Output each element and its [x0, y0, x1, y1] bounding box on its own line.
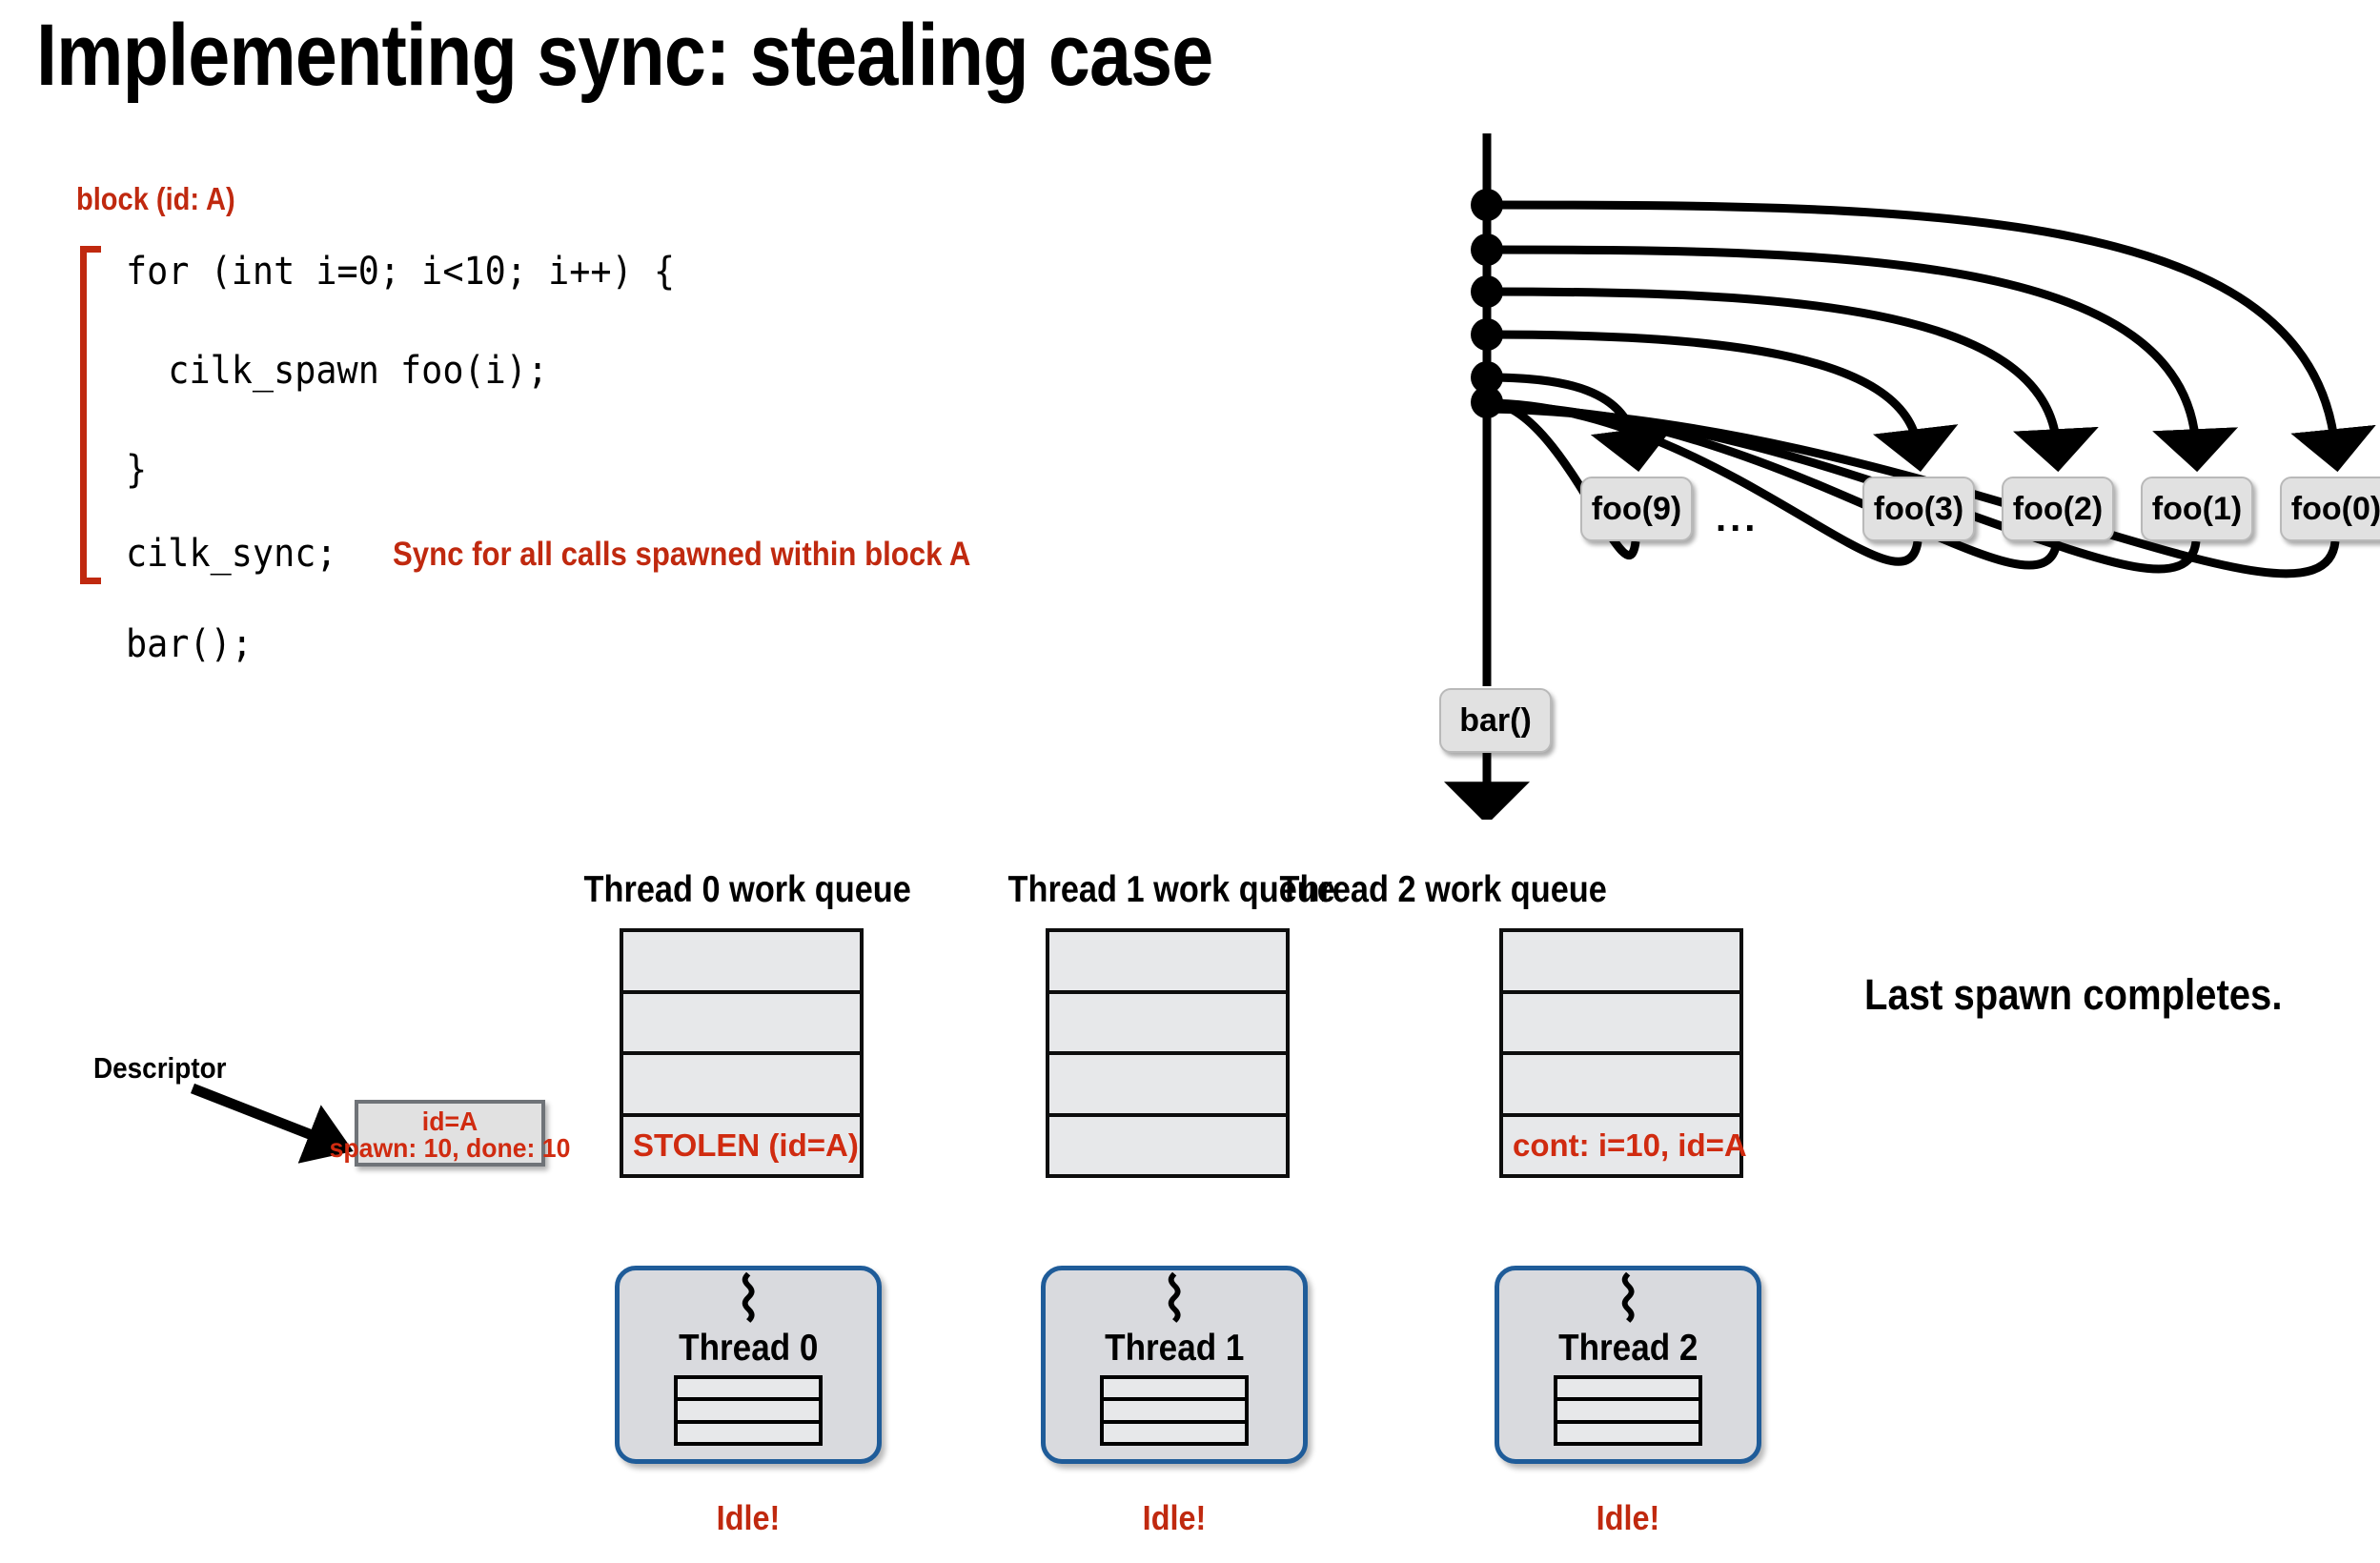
spawn-node-foo0: foo(0)	[2280, 477, 2380, 541]
spawn-node-label: foo(0)	[2290, 490, 2380, 527]
queue-slot[interactable]	[1503, 932, 1739, 994]
steam-squiggle-icon: ⌇	[1611, 1263, 1645, 1336]
thread-box-thread0[interactable]: ⌇ Thread 0	[615, 1266, 882, 1464]
descriptor-id-text: id=A	[421, 1106, 478, 1136]
queue-slot[interactable]	[1049, 932, 1286, 994]
thread-register-row	[1557, 1424, 1699, 1442]
thread-status-thread2: Idle!	[1596, 1498, 1660, 1537]
spawn-tree-diagram: foo(9) ... foo(3) foo(2) foo(1) foo(0) b…	[1401, 133, 2380, 825]
queue-slot[interactable]	[623, 1055, 860, 1117]
thread-status-thread1: Idle!	[1142, 1498, 1207, 1537]
block-id-label: block (id: A)	[76, 181, 235, 216]
thread-box-thread1[interactable]: ⌇ Thread 1	[1041, 1266, 1308, 1464]
thread-register-row	[1557, 1379, 1699, 1402]
block-descriptor-box: id=A spawn: 10, done: 10	[330, 1100, 570, 1167]
thread-status-thread0: Idle!	[716, 1498, 781, 1537]
spawn-node-label: foo(2)	[2012, 490, 2104, 527]
queue-slot[interactable]	[1503, 994, 1739, 1055]
thread-label: Thread 2	[1557, 1328, 1699, 1369]
continuation-node-bar: bar()	[1439, 688, 1552, 753]
thread-register-row	[678, 1379, 819, 1402]
spawn-node-label: foo(1)	[2151, 490, 2243, 527]
code-line-bar-call: bar();	[126, 622, 253, 666]
slide-caption: Last spawn completes.	[1864, 970, 2283, 1019]
code-line-cilk-spawn: cilk_spawn foo(i);	[126, 349, 549, 393]
thread-label: Thread 0	[678, 1328, 819, 1369]
work-queue-thread1	[1046, 928, 1290, 1178]
queue-slot[interactable]	[1503, 1055, 1739, 1117]
queue-slot[interactable]	[1049, 1055, 1286, 1117]
spawn-node-foo3: foo(3)	[1862, 477, 1975, 541]
thread-register-row	[678, 1401, 819, 1424]
queue-slot[interactable]	[623, 994, 860, 1055]
thread-register-row	[1104, 1424, 1245, 1442]
queue-slot-stolen[interactable]: STOLEN (id=A)	[623, 1117, 860, 1175]
work-queue-thread0: STOLEN (id=A)	[620, 928, 864, 1178]
continuation-node-label: bar()	[1459, 701, 1532, 739]
thread-register-table	[1100, 1375, 1249, 1446]
block-bracket	[80, 246, 101, 584]
thread-register-row	[1104, 1379, 1245, 1402]
steam-squiggle-icon: ⌇	[1157, 1263, 1191, 1336]
queue-slot[interactable]	[623, 932, 860, 994]
work-queue-thread2: cont: i=10, id=A	[1499, 928, 1747, 1178]
ellipsis-icon: ...	[1716, 497, 1760, 539]
sync-annotation: Sync for all calls spawned within block …	[393, 536, 971, 573]
thread-register-table	[674, 1375, 823, 1446]
steam-squiggle-icon: ⌇	[731, 1263, 765, 1336]
page-title: Implementing sync: stealing case	[36, 7, 1213, 104]
spawn-node-foo1: foo(1)	[2141, 477, 2253, 541]
thread-box-thread2[interactable]: ⌇ Thread 2	[1495, 1266, 1761, 1464]
queue-header-thread2: Thread 2 work queue	[1279, 869, 1607, 910]
thread-register-row	[1104, 1401, 1245, 1424]
code-line-close-brace: }	[126, 448, 148, 492]
queue-slot[interactable]	[1049, 994, 1286, 1055]
code-line-cilk-sync: cilk_sync;	[126, 532, 337, 576]
thread-label: Thread 1	[1104, 1328, 1245, 1369]
thread-register-row	[1557, 1401, 1699, 1424]
thread-register-row	[678, 1424, 819, 1442]
code-line-for: for (int i=0; i<10; i++) {	[126, 250, 676, 294]
spawn-node-foo9: foo(9)	[1580, 477, 1693, 541]
queue-slot[interactable]	[1049, 1117, 1286, 1175]
spawn-node-foo2: foo(2)	[2002, 477, 2114, 541]
spawn-node-label: foo(3)	[1873, 490, 1964, 527]
queue-header-thread1: Thread 1 work queue	[1007, 869, 1335, 910]
queue-slot-continuation[interactable]: cont: i=10, id=A	[1503, 1117, 1747, 1175]
descriptor-counts-text: spawn: 10, done: 10	[329, 1133, 571, 1163]
queue-header-thread0: Thread 0 work queue	[583, 869, 911, 910]
thread-register-table	[1554, 1375, 1702, 1446]
slide-canvas: Implementing sync: stealing case block (…	[0, 0, 2380, 1563]
spawn-node-label: foo(9)	[1591, 490, 1682, 527]
